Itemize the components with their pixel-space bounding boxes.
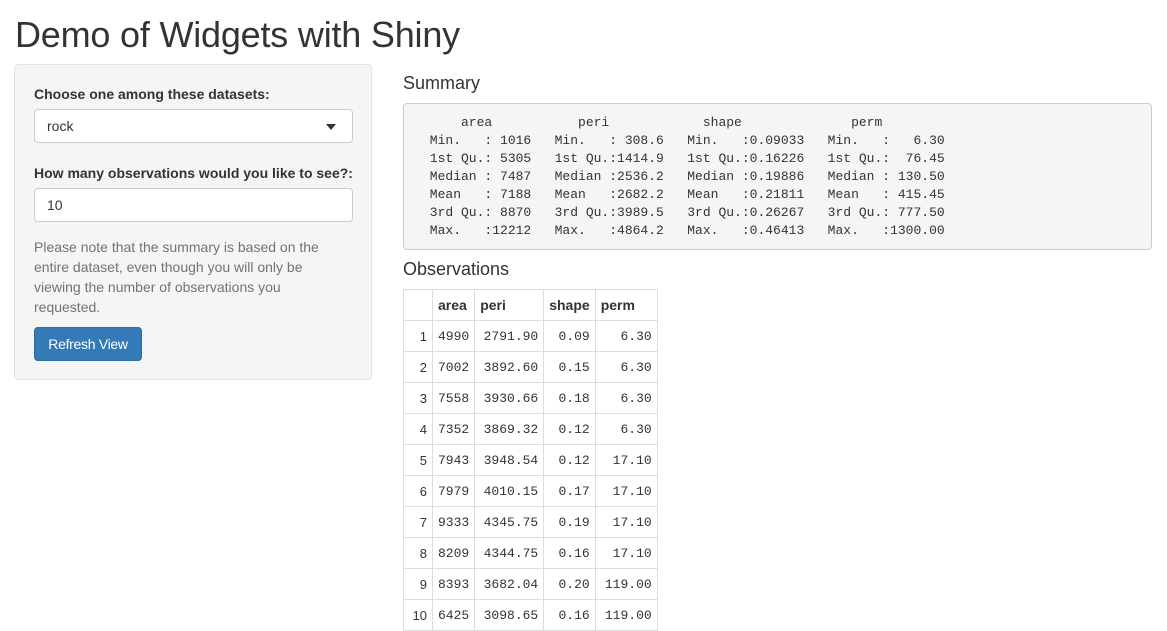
table-row: 10 6425 3098.65 0.16 119.00 — [403, 599, 658, 631]
page-title: Demo of Widgets with Shiny — [15, 14, 460, 55]
table-cell: 119.00 — [594, 568, 658, 600]
table-cell: 6.30 — [594, 351, 658, 383]
table-cell: 17.10 — [594, 444, 658, 476]
table-row: 5 7943 3948.54 0.12 17.10 — [403, 444, 658, 476]
table-cell: 3930.66 — [474, 382, 545, 414]
row-name-cell: 4 — [403, 413, 433, 445]
table-cell: 17.10 — [594, 506, 658, 538]
dataset-select-label: Choose one among these datasets: — [34, 86, 270, 102]
table-cell: 3098.65 — [474, 599, 545, 631]
table-cell: 4010.15 — [474, 475, 545, 507]
table-cell: 17.10 — [594, 475, 658, 507]
column-header-area: area — [431, 289, 476, 321]
table-row: 3 7558 3930.66 0.18 6.30 — [403, 382, 658, 414]
table-row: 7 9333 4345.75 0.19 17.10 — [403, 506, 658, 538]
table-cell: 0.16 — [543, 537, 596, 569]
table-cell: 9333 — [431, 506, 476, 538]
refresh-view-button[interactable]: Refresh View — [34, 327, 142, 361]
table-cell: 7002 — [431, 351, 476, 383]
help-text: Please note that the summary is based on… — [34, 239, 319, 315]
row-name-cell: 5 — [403, 444, 433, 476]
row-name-cell: 9 — [403, 568, 433, 600]
table-cell: 3682.04 — [474, 568, 545, 600]
row-name-cell: 1 — [403, 320, 433, 352]
table-cell: 3892.60 — [474, 351, 545, 383]
row-name-cell: 10 — [403, 599, 433, 631]
table-cell: 4344.75 — [474, 537, 545, 569]
table-cell: 4990 — [431, 320, 476, 352]
table-cell: 2791.90 — [474, 320, 545, 352]
table-cell: 7352 — [431, 413, 476, 445]
summary-title: Summary — [403, 73, 481, 93]
table-cell: 3948.54 — [474, 444, 545, 476]
summary-output: area peri shape perm Min. : 1016 Min. : … — [403, 103, 1152, 250]
obs-count-input[interactable] — [34, 188, 353, 222]
dataset-select[interactable]: rock — [34, 109, 353, 143]
table-cell: 0.20 — [543, 568, 596, 600]
observations-table: area peri shape perm 1 4990 2791.90 0.09 6.3… — [403, 289, 658, 631]
column-header-shape: shape — [543, 289, 596, 321]
row-name-cell: 6 — [403, 475, 433, 507]
table-row: 8 8209 4344.75 0.16 17.10 — [403, 537, 658, 569]
table-cell: 6.30 — [594, 320, 658, 352]
table-cell: 0.19 — [543, 506, 596, 538]
table-cell: 0.09 — [543, 320, 596, 352]
table-cell: 8209 — [431, 537, 476, 569]
table-cell: 0.16 — [543, 599, 596, 631]
row-name-cell: 3 — [403, 382, 433, 414]
table-cell: 3869.32 — [474, 413, 545, 445]
table-cell: 0.12 — [543, 444, 596, 476]
row-name-cell: 2 — [403, 351, 433, 383]
table-cell: 7943 — [431, 444, 476, 476]
table-row: 2 7002 3892.60 0.15 6.30 — [403, 351, 658, 383]
table-cell: 0.12 — [543, 413, 596, 445]
table-cell: 4345.75 — [474, 506, 545, 538]
observations-title: Observations — [403, 259, 510, 279]
column-header-perm: perm — [594, 289, 658, 321]
table-cell: 0.15 — [543, 351, 596, 383]
caret-down-icon — [326, 124, 336, 130]
table-cell: 7558 — [431, 382, 476, 414]
table-cell: 17.10 — [594, 537, 658, 569]
table-cell: 119.00 — [594, 599, 658, 631]
obs-input-label: How many observations would you like to … — [34, 165, 353, 181]
row-name-cell: 8 — [403, 537, 433, 569]
dataset-select-value: rock — [47, 118, 74, 134]
table-cell: 0.17 — [543, 475, 596, 507]
table-cell: 8393 — [431, 568, 476, 600]
table-cell: 6.30 — [594, 413, 658, 445]
table-row: 1 4990 2791.90 0.09 6.30 — [403, 320, 658, 352]
row-name-cell: 7 — [403, 506, 433, 538]
observations-table-body: 1 4990 2791.90 0.09 6.30 2 7002 3892.60 0.15 6.30… — [403, 320, 658, 631]
table-cell: 0.18 — [543, 382, 596, 414]
table-row: 6 7979 4010.15 0.17 17.10 — [403, 475, 658, 507]
column-header-peri: peri — [474, 289, 545, 321]
column-header-rowname — [403, 289, 433, 321]
table-cell: 6425 — [431, 599, 476, 631]
table-cell: 6.30 — [594, 382, 658, 414]
table-row: 9 8393 3682.04 0.20 119.00 — [403, 568, 658, 600]
table-row: 4 7352 3869.32 0.12 6.30 — [403, 413, 658, 445]
sidebar-panel: Choose one among these datasets: rock Ho… — [14, 64, 372, 380]
table-cell: 7979 — [431, 475, 476, 507]
table-header-row: area peri shape perm — [403, 289, 658, 321]
